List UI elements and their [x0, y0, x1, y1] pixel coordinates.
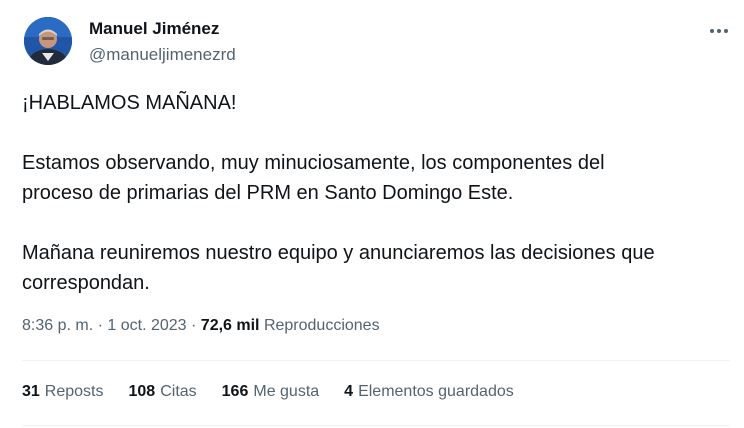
quotes-count: 108	[128, 383, 156, 400]
avatar-photo	[24, 17, 72, 65]
meta-separator: ·	[97, 317, 103, 334]
tweet-time[interactable]: 8:36 p. m.	[22, 317, 93, 334]
quotes-stat[interactable]: 108 Citas	[129, 383, 197, 401]
tweet-detail: Manuel Jiménez @manueljimenezrd ¡HABLAMO…	[0, 0, 744, 428]
likes-label: Me gusta	[253, 383, 320, 400]
more-horizontal-icon	[710, 29, 728, 33]
tweet-meta: 8:36 p. m. · 1 oct. 2023 · 72,6 mil Repr…	[22, 317, 380, 335]
avatar[interactable]	[24, 17, 72, 65]
engagement-stats: 31 Reposts 108 Citas 166 Me gusta 4 Elem…	[22, 383, 539, 401]
more-options-button[interactable]	[704, 19, 734, 43]
divider	[22, 360, 730, 361]
bookmarks-label: Elementos guardados	[358, 383, 514, 400]
tweet-line: correspondan.	[22, 272, 150, 294]
tweet-line: ¡HABLAMOS MAÑANA!	[22, 92, 237, 114]
divider	[22, 425, 730, 426]
tweet-text: ¡HABLAMOS MAÑANA! Estamos observando, mu…	[22, 88, 722, 298]
tweet-line: proceso de primarias del PRM en Santo Do…	[22, 182, 514, 204]
likes-stat[interactable]: 166 Me gusta	[222, 383, 320, 401]
meta-separator: ·	[191, 317, 197, 334]
bookmarks-stat[interactable]: 4 Elementos guardados	[344, 383, 514, 401]
user-handle[interactable]: @manueljimenezrd	[89, 45, 236, 65]
quotes-label: Citas	[160, 383, 197, 400]
views-label: Reproducciones	[263, 317, 380, 334]
likes-count: 166	[221, 383, 249, 400]
bookmarks-count: 4	[344, 383, 354, 400]
tweet-date[interactable]: 1 oct. 2023	[107, 317, 186, 334]
tweet-line: Estamos observando, muy minuciosamente, …	[22, 152, 605, 174]
tweet-line: Mañana reuniremos nuestro equipo y anunc…	[22, 242, 655, 264]
reposts-stat[interactable]: 31 Reposts	[22, 383, 104, 401]
display-name[interactable]: Manuel Jiménez	[89, 19, 219, 39]
reposts-label: Reposts	[44, 383, 104, 400]
reposts-count: 31	[22, 383, 40, 400]
views-count: 72,6 mil	[200, 317, 260, 334]
